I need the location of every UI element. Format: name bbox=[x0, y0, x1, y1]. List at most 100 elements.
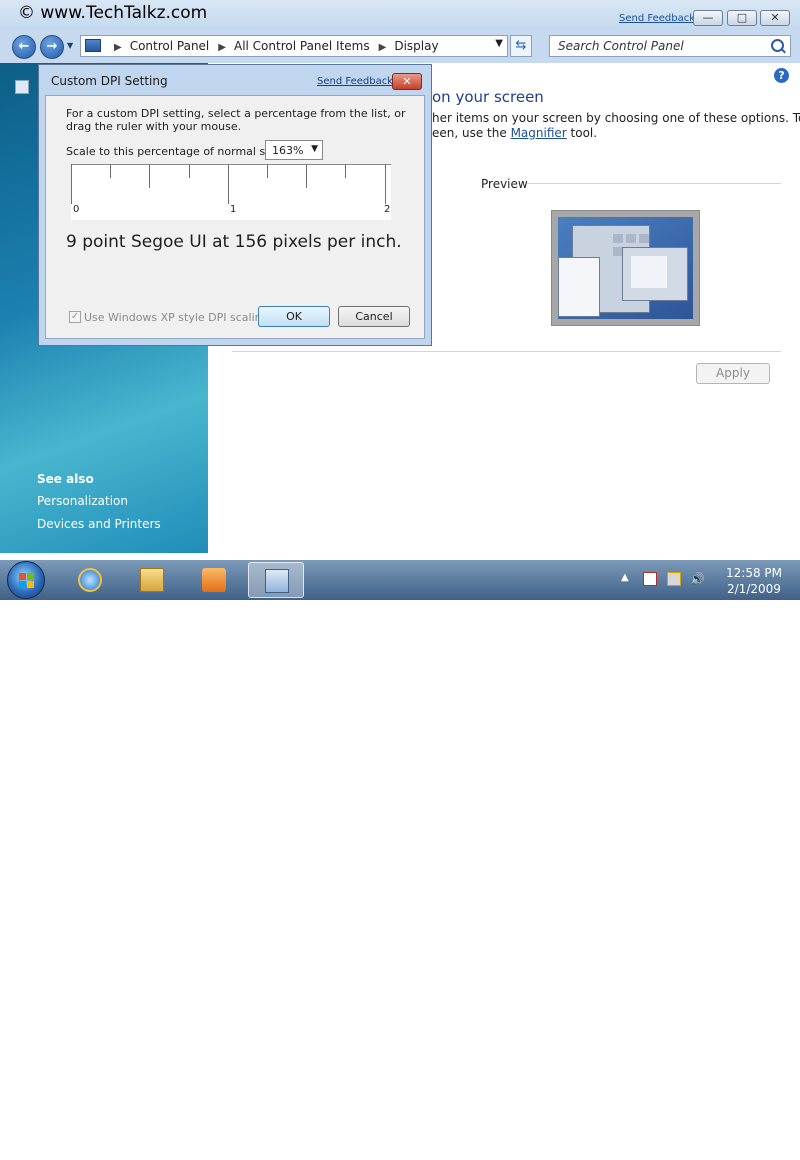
preview-image bbox=[551, 210, 700, 326]
xp-style-dpi-label: Use Windows XP style DPI scaling bbox=[84, 311, 269, 324]
maximize-button[interactable]: □ bbox=[727, 10, 757, 26]
address-dropdown-icon[interactable]: ▼ bbox=[495, 38, 503, 49]
show-hidden-icons-icon[interactable]: ▲ bbox=[621, 572, 629, 583]
window-titlebar: © www.TechTalkz.com Send Feedback — □ ✕ bbox=[0, 0, 800, 30]
preview-screen bbox=[558, 217, 693, 319]
send-feedback-link[interactable]: Send Feedback bbox=[619, 13, 695, 24]
ruler-tick bbox=[71, 164, 72, 204]
taskbar-windows-explorer[interactable] bbox=[124, 562, 180, 598]
xp-style-dpi-checkbox[interactable]: ✓ bbox=[69, 311, 81, 323]
taskbar-media-player[interactable] bbox=[186, 562, 242, 598]
refresh-button[interactable]: ⇆ bbox=[510, 35, 532, 57]
control-panel-home-icon[interactable] bbox=[15, 80, 29, 94]
breadcrumb-display[interactable]: Display bbox=[394, 39, 438, 53]
magnifier-link[interactable]: Magnifier bbox=[511, 126, 567, 140]
close-icon: ✕ bbox=[402, 75, 412, 88]
refresh-icon: ⇆ bbox=[515, 38, 527, 53]
page-heading: on your screen bbox=[432, 88, 544, 106]
back-button[interactable]: ← bbox=[12, 35, 36, 59]
preview-tile bbox=[639, 234, 649, 243]
description-text: een, use the bbox=[432, 126, 511, 140]
preview-window bbox=[622, 247, 688, 301]
chevron-down-icon: ▼ bbox=[311, 144, 318, 154]
ruler-label: 1 bbox=[230, 204, 237, 215]
preview-panel bbox=[631, 256, 667, 288]
breadcrumb-chevron-icon[interactable]: ▶ bbox=[218, 42, 226, 53]
help-icon[interactable]: ? bbox=[774, 68, 789, 83]
devices-and-printers-link[interactable]: Devices and Printers bbox=[37, 517, 161, 531]
windows-logo-icon bbox=[27, 581, 34, 588]
ruler-tick bbox=[267, 164, 268, 178]
see-also-heading: See also bbox=[37, 472, 94, 486]
forward-arrow-icon: → bbox=[46, 39, 58, 54]
ruler-label: 2 bbox=[384, 204, 391, 215]
dialog-send-feedback-link[interactable]: Send Feedback bbox=[317, 76, 393, 87]
windows-logo-icon bbox=[19, 581, 26, 588]
instruction-text: drag the ruler with your mouse. bbox=[66, 120, 242, 133]
personalization-link[interactable]: Personalization bbox=[37, 494, 128, 508]
volume-icon[interactable]: 🔊 bbox=[690, 572, 705, 586]
control-panel-icon bbox=[85, 39, 101, 52]
taskbar-internet-explorer[interactable] bbox=[62, 562, 118, 598]
description-line: her items on your screen by choosing one… bbox=[432, 111, 800, 125]
ruler-label: 0 bbox=[73, 204, 80, 215]
windows-logo-icon bbox=[19, 573, 26, 580]
windows-explorer-icon bbox=[140, 568, 164, 592]
scale-percentage-select[interactable]: 163% ▼ bbox=[265, 140, 323, 160]
divider bbox=[232, 351, 781, 352]
taskbar-display[interactable] bbox=[248, 562, 304, 598]
ruler-tick bbox=[228, 164, 229, 204]
description-line: een, use the Magnifier tool. bbox=[432, 126, 597, 140]
preview-tile bbox=[613, 234, 623, 243]
cancel-button[interactable]: Cancel bbox=[338, 306, 410, 327]
search-input[interactable]: Search Control Panel bbox=[558, 39, 684, 53]
preview-label: Preview bbox=[481, 177, 528, 191]
navigation-bar: ← → ▼ ▶ Control Panel ▶ All Control Panel I… bbox=[0, 30, 800, 63]
address-bar[interactable]: ▶ Control Panel ▶ All Control Panel Items ▶ D… bbox=[80, 35, 508, 57]
media-player-icon bbox=[202, 568, 226, 592]
breadcrumb-chevron-icon[interactable]: ▶ bbox=[379, 42, 387, 53]
internet-explorer-icon bbox=[78, 568, 102, 592]
dpi-sample-text: 9 point Segoe UI at 156 pixels per inch. bbox=[66, 232, 402, 252]
search-box[interactable]: Search Control Panel bbox=[549, 35, 791, 57]
breadcrumb-chevron-icon[interactable]: ▶ bbox=[114, 42, 122, 53]
show-desktop-button[interactable] bbox=[786, 1120, 800, 1160]
forward-button[interactable]: → bbox=[40, 35, 64, 59]
breadcrumb: ▶ Control Panel ▶ All Control Panel Items ▶ D… bbox=[105, 39, 439, 53]
maximize-icon: □ bbox=[736, 11, 748, 24]
ruler-tick bbox=[110, 164, 111, 178]
breadcrumb-all-items[interactable]: All Control Panel Items bbox=[234, 39, 370, 53]
ruler-line bbox=[71, 164, 391, 165]
instruction-text: For a custom DPI setting, select a perce… bbox=[66, 107, 406, 120]
apply-button[interactable]: Apply bbox=[696, 363, 770, 384]
minimize-icon: — bbox=[702, 11, 714, 24]
search-icon[interactable] bbox=[771, 39, 784, 52]
minimize-button[interactable]: — bbox=[693, 10, 723, 26]
dpi-ruler[interactable]: 0 1 2 bbox=[71, 164, 391, 220]
recent-pages-dropdown-icon[interactable]: ▼ bbox=[67, 41, 73, 50]
watermark-text: © www.TechTalkz.com bbox=[18, 3, 208, 23]
breadcrumb-control-panel[interactable]: Control Panel bbox=[130, 39, 210, 53]
ruler-tick bbox=[189, 164, 190, 178]
dialog-body: For a custom DPI setting, select a perce… bbox=[45, 95, 425, 339]
windows-logo-icon bbox=[27, 573, 34, 580]
dialog-title: Custom DPI Setting bbox=[51, 74, 168, 88]
back-arrow-icon: ← bbox=[18, 39, 30, 54]
ok-button[interactable]: OK bbox=[258, 306, 330, 327]
preview-tile bbox=[626, 234, 636, 243]
ruler-tick bbox=[385, 164, 386, 204]
close-icon: ✕ bbox=[770, 11, 780, 24]
clock-time[interactable]: 12:58 PM bbox=[726, 566, 782, 580]
clock-date[interactable]: 2/1/2009 bbox=[727, 582, 781, 596]
dialog-close-button[interactable]: ✕ bbox=[392, 73, 422, 90]
start-button[interactable] bbox=[7, 561, 45, 599]
custom-dpi-dialog: Custom DPI Setting Send Feedback ✕ For a… bbox=[38, 64, 432, 346]
close-button[interactable]: ✕ bbox=[760, 10, 790, 26]
display-icon bbox=[265, 569, 289, 593]
ruler-tick bbox=[345, 164, 346, 178]
description-text: tool. bbox=[566, 126, 598, 140]
network-icon[interactable] bbox=[667, 572, 681, 586]
action-center-icon[interactable] bbox=[643, 572, 657, 586]
preview-window bbox=[558, 257, 600, 317]
divider bbox=[527, 183, 781, 184]
